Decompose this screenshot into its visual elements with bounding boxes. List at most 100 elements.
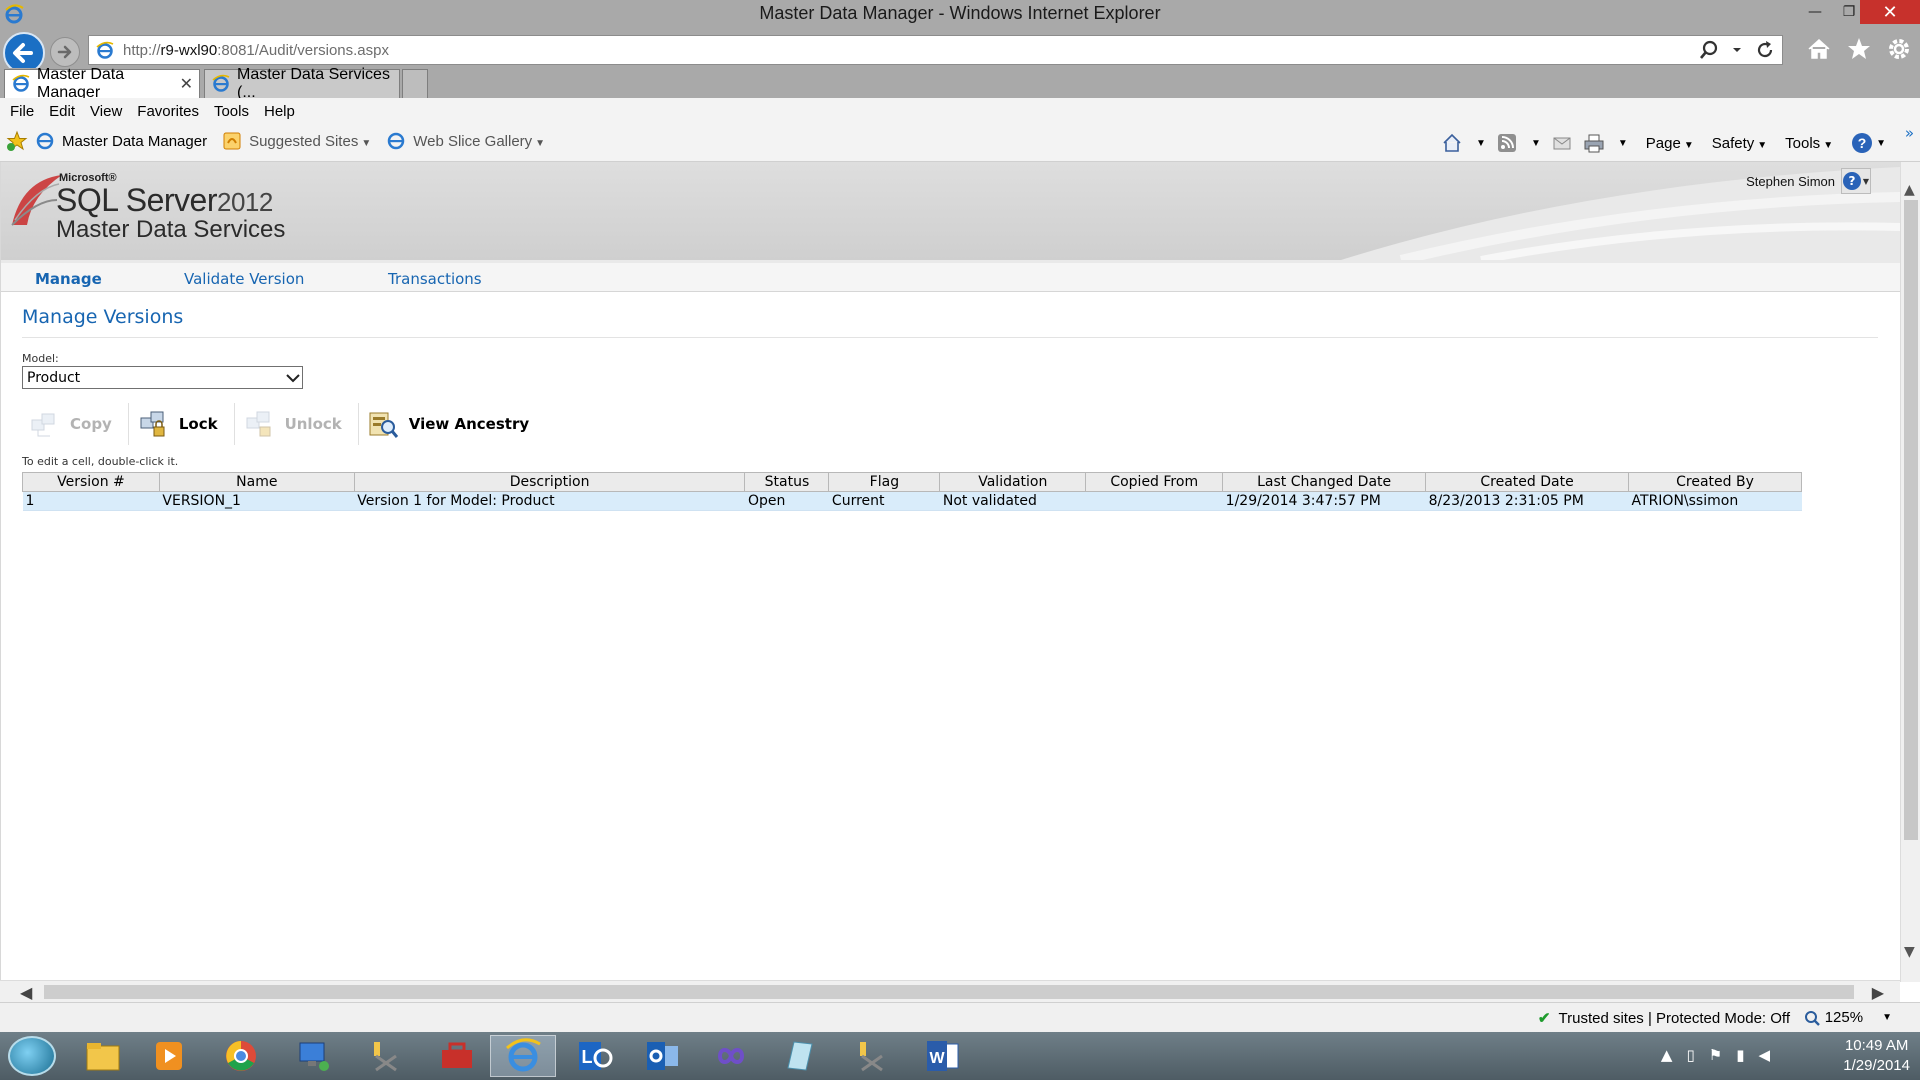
taskbar-outlook[interactable] — [630, 1035, 696, 1077]
read-mail-icon[interactable] — [1551, 132, 1573, 154]
taskbar-toolbox[interactable] — [424, 1035, 490, 1077]
cell-created-date[interactable]: 8/23/2013 2:31:05 PM — [1425, 491, 1629, 511]
menu-file[interactable]: File — [10, 103, 34, 120]
address-bar[interactable]: http://r9-wxl90:8081/Audit/versions.aspx — [88, 35, 1783, 65]
fav-suggested-sites[interactable]: Suggested Sites ▼ — [249, 133, 371, 150]
taskbar-explorer[interactable] — [70, 1035, 136, 1077]
taskbar-notes[interactable] — [766, 1035, 832, 1077]
taskbar-remote-desktop[interactable] — [280, 1035, 346, 1077]
col-created-by[interactable]: Created By — [1628, 472, 1802, 492]
arrow-right-icon — [57, 45, 72, 59]
taskbar-media-player[interactable] — [136, 1035, 202, 1077]
search-icon[interactable] — [1698, 39, 1720, 61]
copy-icon — [31, 413, 55, 437]
horizontal-scroll-thumb[interactable] — [44, 985, 1854, 999]
close-window-button[interactable]: ✕ — [1860, 0, 1920, 24]
chevron-down-icon[interactable]: ▼ — [1531, 138, 1541, 149]
nav-transactions[interactable]: Transactions — [388, 270, 482, 288]
help-button[interactable]: ? ▼ — [1841, 168, 1871, 194]
menu-edit[interactable]: Edit — [49, 103, 75, 120]
start-button[interactable] — [8, 1036, 56, 1076]
address-tools — [1698, 39, 1776, 61]
close-tab-icon[interactable]: ✕ — [180, 74, 193, 94]
col-status[interactable]: Status — [744, 472, 830, 492]
cell-last-changed[interactable]: 1/29/2014 3:47:57 PM — [1222, 491, 1426, 511]
tray-device-icon[interactable]: ▯ — [1686, 1046, 1694, 1064]
rss-feed-icon[interactable] — [1496, 132, 1518, 154]
scroll-down-icon[interactable]: ▼ — [1904, 944, 1915, 960]
page-menu[interactable]: Page ▼ — [1646, 135, 1694, 152]
cell-validation[interactable]: Not validated — [939, 491, 1086, 511]
col-copied-from[interactable]: Copied From — [1085, 472, 1224, 492]
minimize-button[interactable]: — — [1798, 0, 1832, 24]
forward-button[interactable] — [50, 37, 80, 67]
col-description[interactable]: Description — [353, 472, 746, 492]
chevron-down-icon[interactable]: ▼ — [1476, 138, 1486, 149]
col-last-changed[interactable]: Last Changed Date — [1222, 472, 1427, 492]
lock-button[interactable]: Lock — [131, 402, 232, 446]
tray-volume-icon[interactable]: ◀ — [1758, 1046, 1770, 1064]
menu-help[interactable]: Help — [264, 103, 295, 120]
col-created-date[interactable]: Created Date — [1425, 472, 1630, 492]
copy-button[interactable]: Copy — [22, 402, 126, 446]
chevron-down-icon[interactable] — [1732, 45, 1742, 55]
view-ancestry-button[interactable]: View Ancestry — [361, 402, 543, 446]
taskbar-word[interactable]: W — [910, 1035, 976, 1077]
taskbar-clock[interactable]: 10:49 AM 1/29/2014 — [1843, 1036, 1910, 1076]
fav-web-slice-gallery[interactable]: Web Slice Gallery ▼ — [413, 133, 545, 150]
print-icon[interactable] — [1583, 132, 1605, 154]
unlock-button[interactable]: Unlock — [237, 402, 356, 446]
tools-menu[interactable]: Tools ▼ — [1785, 135, 1833, 152]
nav-validate-version[interactable]: Validate Version — [184, 270, 304, 288]
cell-copied-from[interactable] — [1085, 491, 1223, 511]
taskbar-internet-explorer[interactable] — [490, 1035, 556, 1077]
cell-name[interactable]: VERSION_1 — [159, 491, 355, 511]
model-select[interactable]: Product — [22, 366, 303, 389]
cell-flag[interactable]: Current — [828, 491, 940, 511]
horizontal-scrollbar[interactable]: ◀ ▶ — [0, 980, 1900, 1002]
col-version[interactable]: Version # — [22, 472, 160, 492]
cell-status[interactable]: Open — [744, 491, 829, 511]
cell-created-by[interactable]: ATRION\ssimon — [1628, 491, 1802, 511]
tray-network-icon[interactable]: ▮ — [1736, 1046, 1744, 1064]
vertical-scroll-thumb[interactable] — [1904, 200, 1918, 840]
favorites-add-star-icon[interactable] — [6, 130, 28, 152]
home-icon[interactable] — [1806, 36, 1832, 62]
tray-expand-icon[interactable]: ▲ — [1661, 1046, 1673, 1064]
home-page-icon[interactable] — [1441, 132, 1463, 154]
vertical-scrollbar[interactable]: ▲ ▼ — [1900, 162, 1920, 982]
nav-manage[interactable]: Manage — [35, 270, 102, 288]
col-name[interactable]: Name — [158, 472, 355, 492]
cell-description[interactable]: Version 1 for Model: Product — [354, 491, 745, 511]
security-zone[interactable]: ✔ Trusted sites | Protected Mode: Off — [1538, 1009, 1790, 1028]
favorites-star-icon[interactable] — [1846, 36, 1872, 62]
scroll-right-icon[interactable]: ▶ — [1872, 983, 1884, 1002]
scroll-up-icon[interactable]: ▲ — [1904, 182, 1915, 198]
refresh-icon[interactable] — [1754, 39, 1776, 61]
toolbar-overflow-button[interactable]: » — [1905, 124, 1914, 142]
menu-view[interactable]: View — [90, 103, 122, 120]
table-row[interactable]: 1 VERSION_1 Version 1 for Model: Product… — [22, 491, 1802, 511]
tab-master-data-manager[interactable]: Master Data Manager ✕ — [4, 66, 200, 101]
gear-icon[interactable] — [1886, 36, 1912, 62]
fav-master-data-manager[interactable]: Master Data Manager — [62, 133, 207, 150]
menu-favorites[interactable]: Favorites — [137, 103, 199, 120]
zoom-control[interactable]: 125% ▼ — [1804, 1009, 1892, 1026]
cell-version[interactable]: 1 — [22, 491, 160, 511]
menu-tools[interactable]: Tools — [214, 103, 249, 120]
help-menu[interactable]: ? ▼ — [1851, 132, 1886, 154]
col-validation[interactable]: Validation — [939, 472, 1087, 492]
col-flag[interactable]: Flag — [828, 472, 941, 492]
address-url[interactable]: http://r9-wxl90:8081/Audit/versions.aspx — [123, 42, 389, 59]
taskbar-sql-config-2[interactable] — [838, 1035, 904, 1077]
taskbar-lync[interactable]: L — [562, 1035, 628, 1077]
new-tab-button[interactable] — [402, 69, 428, 98]
chevron-down-icon[interactable]: ▼ — [1618, 138, 1628, 149]
tab-master-data-services[interactable]: Master Data Services (... — [204, 66, 400, 101]
scroll-left-icon[interactable]: ◀ — [20, 983, 32, 1002]
taskbar-sql-config[interactable] — [352, 1035, 418, 1077]
taskbar-visual-studio[interactable] — [698, 1035, 764, 1077]
tray-flag-icon[interactable]: ⚑ — [1709, 1046, 1722, 1064]
taskbar-chrome[interactable] — [208, 1035, 274, 1077]
safety-menu[interactable]: Safety ▼ — [1712, 135, 1767, 152]
